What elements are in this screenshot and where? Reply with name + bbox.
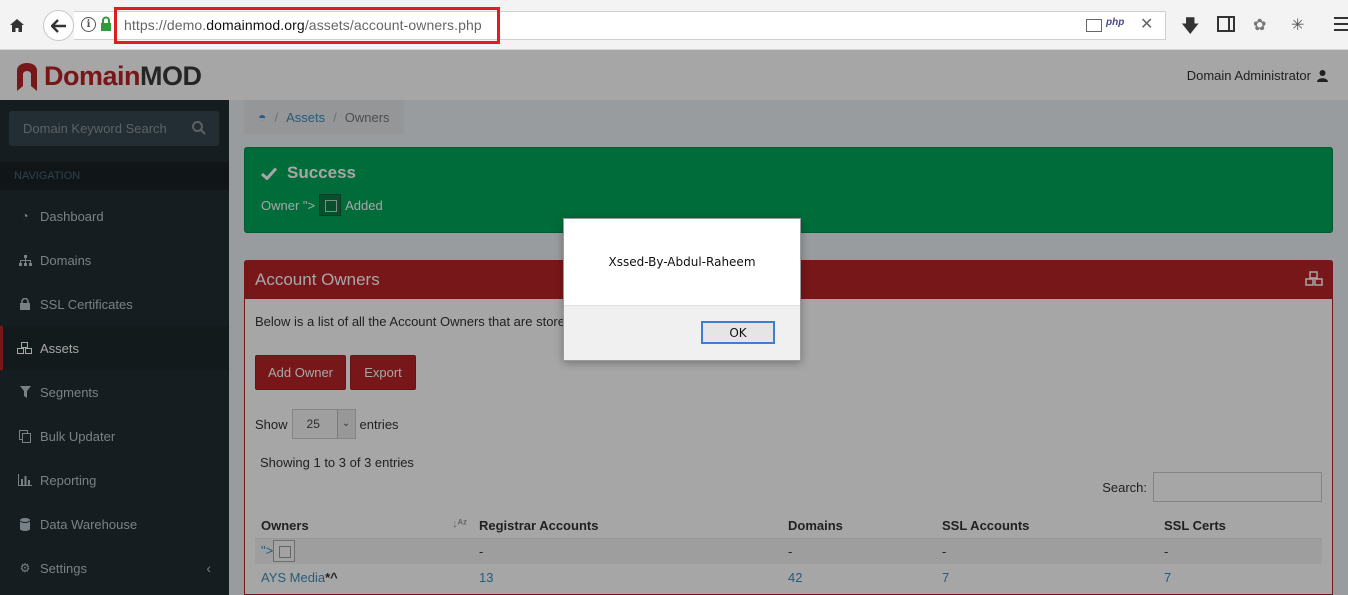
- back-button[interactable]: [43, 10, 74, 41]
- url-highlight-box: [114, 7, 500, 44]
- dialog-message: Xssed-By-Abdul-Raheem: [608, 255, 756, 269]
- dialog-footer: OK: [564, 305, 800, 360]
- home-icon[interactable]: [4, 12, 30, 38]
- browser-toolbar: i https://demo.domainmod.org/assets/acco…: [0, 0, 1348, 50]
- close-icon[interactable]: ✕: [1140, 14, 1153, 34]
- lock-icon[interactable]: [100, 16, 112, 32]
- download-icon[interactable]: 🡇: [1181, 14, 1200, 44]
- info-icon[interactable]: i: [81, 17, 96, 32]
- hamburger-menu-icon[interactable]: [1334, 17, 1348, 31]
- bug-icon[interactable]: ✳: [1291, 15, 1304, 35]
- reader-view-icon[interactable]: [1086, 19, 1102, 32]
- ok-button[interactable]: OK: [701, 321, 775, 344]
- extension-icon[interactable]: ✿: [1253, 15, 1266, 35]
- php-badge[interactable]: php: [1106, 17, 1124, 28]
- sidebar-toggle-icon[interactable]: [1217, 16, 1235, 32]
- alert-dialog: Xssed-By-Abdul-Raheem OK: [563, 218, 801, 361]
